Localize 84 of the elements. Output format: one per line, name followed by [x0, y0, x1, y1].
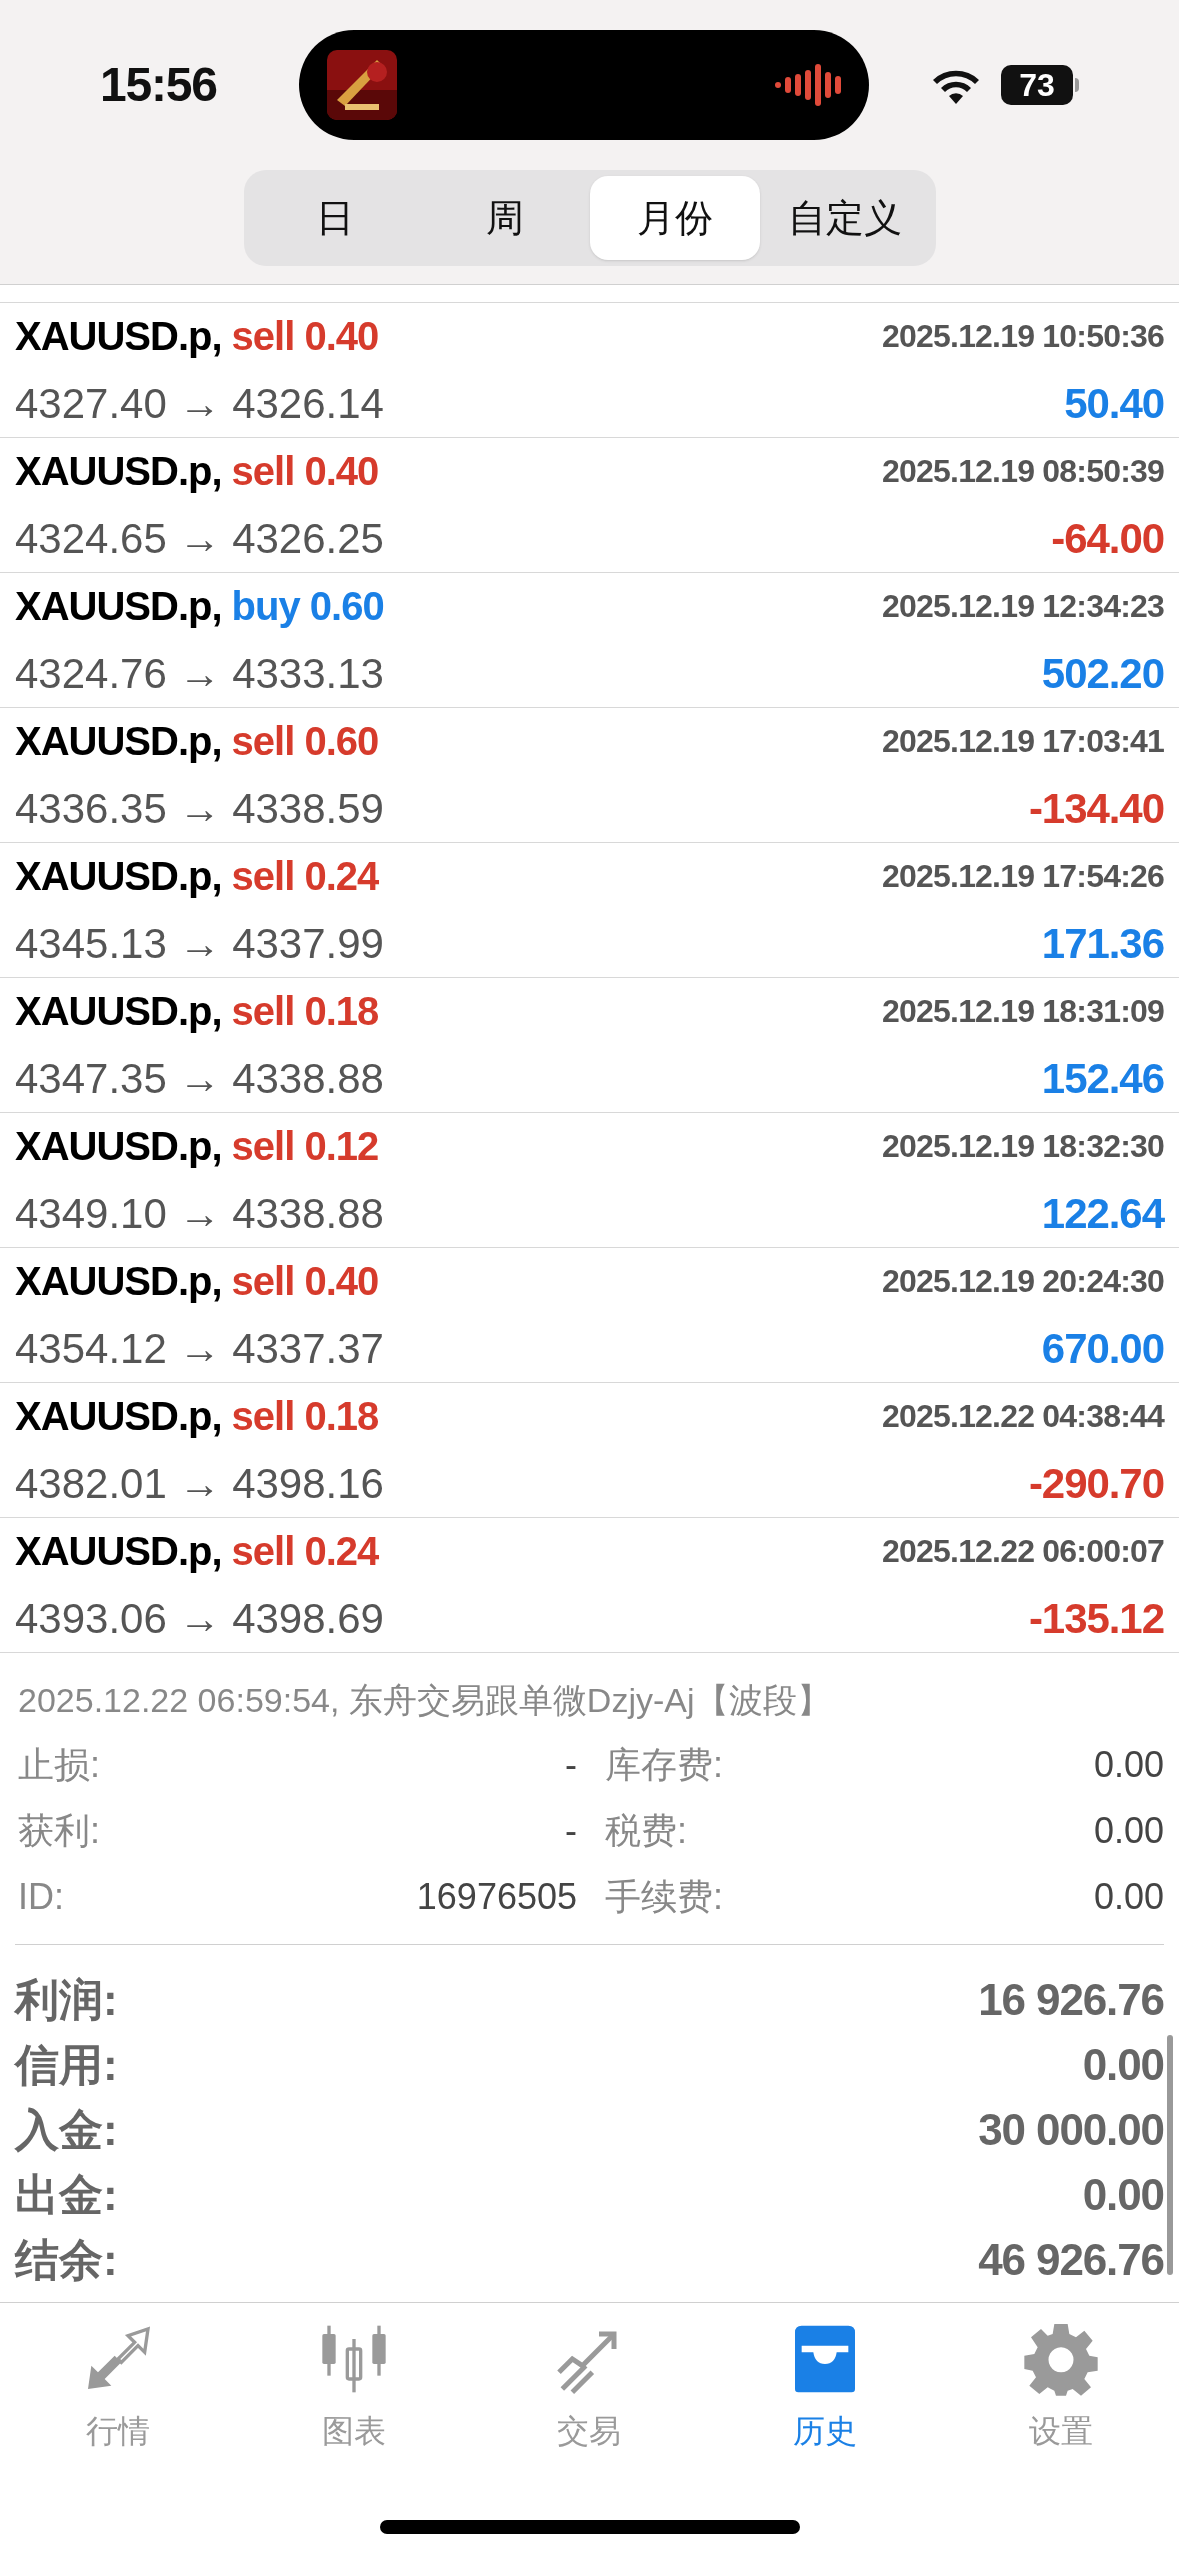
trade-profit: 502.20 [1041, 648, 1164, 699]
trade-profit: 50.40 [1064, 378, 1164, 429]
trade-order: sell 0.12 [231, 1122, 379, 1170]
trade-order: sell 0.60 [231, 717, 379, 765]
detail-value: - [565, 1809, 577, 1853]
trade-order: sell 0.40 [231, 1257, 379, 1305]
tab-bar-item[interactable]: 行情 [0, 2319, 236, 2455]
tab-bar-item[interactable]: 图表 [235, 2319, 472, 2455]
trade-symbol: XAUUSD.p, [15, 852, 222, 900]
summary-label: 利润: [15, 1973, 118, 2026]
trade-time: 2025.12.19 18:31:09 [882, 991, 1164, 1031]
detail-value: 0.00 [1093, 1743, 1164, 1787]
trade-symbol: XAUUSD.p, [15, 447, 222, 495]
trade-time: 2025.12.19 10:50:36 [882, 316, 1164, 356]
summary-value: 16 926.76 [978, 1973, 1164, 2026]
detail-label: 止损: [18, 1743, 100, 1787]
summary-label: 入金: [15, 2103, 118, 2156]
trade-order: sell 0.18 [231, 987, 379, 1035]
trade-symbol: XAUUSD.p, [15, 717, 222, 765]
summary-label: 结余: [15, 2233, 118, 2286]
trade-order: sell 0.18 [231, 1392, 379, 1440]
summary-label: 出金: [15, 2168, 118, 2221]
trade-symbol: XAUUSD.p, [15, 1392, 222, 1440]
period-tab[interactable]: 自定义 [759, 176, 930, 260]
detail-label: 手续费: [605, 1875, 723, 1919]
trade-time: 2025.12.19 20:24:30 [882, 1261, 1164, 1301]
trade-order: buy 0.60 [231, 582, 384, 630]
summary-value: 30 000.00 [978, 2103, 1164, 2156]
tab-bar-item[interactable]: 历史 [707, 2319, 944, 2455]
period-tab[interactable]: 周 [419, 176, 590, 260]
trade-prices: 4345.13 → 4337.99 [15, 918, 384, 969]
trade-symbol: XAUUSD.p, [15, 582, 222, 630]
trade-time: 2025.12.22 04:38:44 [882, 1396, 1164, 1436]
trade-profit: -135.12 [1028, 1593, 1164, 1644]
trade-order: sell 0.40 [231, 312, 379, 360]
detail-value: 16976505 [416, 1875, 577, 1919]
detail-value: 0.00 [1093, 1875, 1164, 1919]
trade-time: 2025.12.19 12:34:23 [882, 586, 1164, 626]
trade-prices: 4327.40 → 4326.14 [15, 378, 384, 429]
detail-value: 0.00 [1093, 1809, 1164, 1853]
trade-order: sell 0.24 [231, 1527, 379, 1575]
detail-value: - [565, 1743, 577, 1787]
trade-order: sell 0.40 [231, 447, 379, 495]
trade-prices: 4336.35 → 4338.59 [15, 783, 384, 834]
trade-symbol: XAUUSD.p, [15, 987, 222, 1035]
trade-time: 2025.12.22 06:00:07 [882, 1531, 1164, 1571]
trade-time: 2025.12.19 17:03:41 [882, 721, 1164, 761]
trade-time: 2025.12.19 08:50:39 [882, 451, 1164, 491]
detail-label: ID: [18, 1875, 64, 1919]
trade-prices: 4393.06 → 4398.69 [15, 1593, 384, 1644]
trade-prices: 4349.10 → 4338.88 [15, 1188, 384, 1239]
period-tab[interactable]: 月份 [589, 176, 760, 260]
trade-order: sell 0.24 [231, 852, 379, 900]
detail-label: 库存费: [605, 1743, 723, 1787]
trade-profit: -290.70 [1028, 1458, 1164, 1509]
order-comment: 2025.12.22 06:59:54, 东舟交易跟单微Dzjy-Aj【波段】 [18, 1680, 832, 1721]
trade-profit: 152.46 [1041, 1053, 1164, 1104]
sound-wave-icon [774, 62, 841, 108]
trade-prices: 4324.76 → 4333.13 [15, 648, 384, 699]
trade-symbol: XAUUSD.p, [15, 1122, 222, 1170]
trade-profit: -134.40 [1028, 783, 1164, 834]
detail-label: 获利: [18, 1809, 100, 1853]
summary-value: 0.00 [1082, 2168, 1164, 2221]
trade-profit: 171.36 [1041, 918, 1164, 969]
trade-prices: 4347.35 → 4338.88 [15, 1053, 384, 1104]
trade-prices: 4324.65 → 4326.25 [15, 513, 384, 564]
summary-label: 信用: [15, 2038, 118, 2091]
trade-time: 2025.12.19 17:54:26 [882, 856, 1164, 896]
summary-value: 0.00 [1082, 2038, 1164, 2091]
trade-time: 2025.12.19 18:32:30 [882, 1126, 1164, 1166]
trade-prices: 4382.01 → 4398.16 [15, 1458, 384, 1509]
summary-value: 46 926.76 [978, 2233, 1164, 2286]
trade-profit: 122.64 [1041, 1188, 1164, 1239]
tab-bar-item[interactable]: 设置 [943, 2319, 1179, 2455]
detail-label: 税费: [605, 1809, 687, 1853]
trade-profit: 670.00 [1041, 1323, 1164, 1374]
period-tab[interactable]: 日 [249, 176, 420, 260]
trade-symbol: XAUUSD.p, [15, 1257, 222, 1305]
status-time: 15:56 [100, 57, 217, 113]
trade-symbol: XAUUSD.p, [15, 312, 222, 360]
tab-bar-item[interactable]: 交易 [471, 2319, 708, 2455]
trade-profit: -64.00 [1051, 513, 1164, 564]
trade-symbol: XAUUSD.p, [15, 1527, 222, 1575]
trade-prices: 4354.12 → 4337.37 [15, 1323, 384, 1374]
